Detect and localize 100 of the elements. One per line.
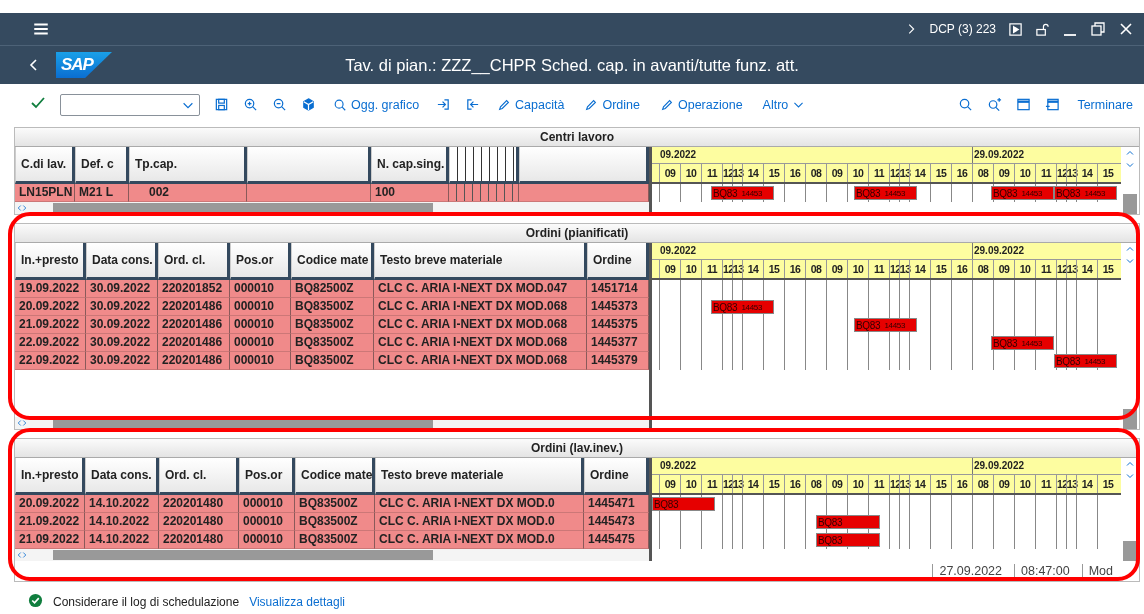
exit-icon[interactable] — [465, 97, 481, 112]
column-header[interactable]: Data cons. — [86, 243, 158, 280]
gantt-bar[interactable]: BQ83 14453 — [991, 186, 1054, 200]
command-field[interactable] — [60, 93, 200, 116]
gantt-bar[interactable]: BQ83 14453 — [711, 300, 774, 314]
search-icon[interactable] — [333, 97, 347, 112]
hour-header: 11 — [1035, 164, 1056, 182]
restore-icon[interactable] — [1090, 21, 1106, 37]
details-link[interactable]: Visualizza dettagli — [249, 595, 345, 609]
column-header[interactable]: C.di lav. — [15, 147, 75, 184]
column-header[interactable]: Pos.or — [230, 243, 291, 280]
gantt-bar[interactable]: BQ83 — [652, 497, 715, 511]
scrollbar-thumb[interactable] — [53, 203, 433, 213]
pencil-icon[interactable] — [659, 97, 674, 112]
hour-header: 15 — [1097, 260, 1118, 278]
scroll-arrows-icon[interactable] — [15, 203, 29, 213]
hour-header: 10 — [847, 164, 868, 182]
table-cell: BQ83500Z — [295, 531, 375, 549]
hour-header: 10 — [680, 260, 701, 278]
column-header[interactable]: In.+presto — [15, 243, 86, 280]
column-header[interactable]: Pos.or — [239, 458, 295, 495]
column-header[interactable]: Testo breve materiale — [374, 243, 587, 280]
cube-icon[interactable] — [301, 97, 316, 112]
column-header[interactable]: Testo breve materiale — [375, 458, 584, 495]
scrollbar-thumb[interactable] — [1123, 194, 1137, 214]
scroll-arrows-icon[interactable] — [15, 418, 29, 428]
toolbar-button[interactable]: Ogg. grafico — [330, 95, 423, 114]
search-plus-icon[interactable] — [987, 97, 1003, 112]
menu-button[interactable]: Altro — [759, 95, 809, 114]
column-header[interactable]: Tp.cap. — [129, 147, 247, 184]
gantt-bar[interactable]: BQ83 14453 — [854, 318, 917, 332]
hour-header: 16 — [784, 475, 805, 493]
check-icon[interactable] — [30, 95, 46, 111]
table-cell: 20.09.2022 — [15, 495, 85, 513]
column-header[interactable]: Ord. cl. — [158, 243, 230, 280]
exit-button[interactable]: Terminare — [1074, 95, 1136, 114]
table-cell: 220201480 — [159, 513, 239, 531]
system-info: DCP (3) 223 — [929, 22, 996, 36]
gantt-bar[interactable]: BQ83 14453 — [991, 336, 1054, 350]
hour-header: 08 — [805, 260, 826, 278]
hour-header: 08 — [972, 164, 993, 182]
window-title: Tav. di pian.: ZZZ__CHPR Sched. cap. in avanti/tutte funz. att. — [344, 55, 800, 75]
column-header[interactable]: Def. c — [75, 147, 129, 184]
gantt-bar[interactable]: BQ83 14453 — [1054, 186, 1117, 200]
scroll-arrows-icon[interactable] — [15, 550, 29, 560]
date-header: 29.09.2022 — [972, 243, 1118, 259]
hour-header: 08 — [972, 475, 993, 493]
table-cell: CLC C. ARIA I-NEXT DX MOD.047 — [374, 280, 587, 298]
bar-label: BQ83 — [818, 534, 843, 546]
order-number: 14453 — [1021, 338, 1043, 348]
column-header[interactable]: Ord. cl. — [159, 458, 239, 495]
window-icon[interactable] — [1016, 97, 1032, 112]
gantt-bar[interactable]: BQ83 — [816, 515, 880, 529]
zoom-out-icon[interactable] — [272, 97, 287, 112]
play-box-icon[interactable] — [1008, 21, 1023, 37]
date-header: 29.09.2022 — [972, 458, 1118, 474]
order-number: 14453 — [741, 302, 763, 312]
column-header[interactable] — [449, 147, 519, 184]
scrollbar-thumb[interactable] — [1123, 541, 1137, 561]
date-header: 09.2022 — [659, 148, 698, 162]
gantt-bar[interactable]: BQ83 14453 — [711, 186, 774, 200]
table-cell: 30.09.2022 — [86, 280, 158, 298]
unlock-icon[interactable] — [1035, 21, 1050, 37]
pencil-icon[interactable] — [584, 97, 599, 112]
table-cell: CLC C. ARIA I-NEXT DX MOD.0 — [375, 513, 584, 531]
gantt-bar[interactable]: BQ83 — [816, 533, 880, 547]
toolbar-button[interactable]: Operazione — [656, 95, 746, 114]
pencil-icon[interactable] — [497, 97, 512, 112]
table-cell: BQ83500Z — [291, 352, 374, 370]
close-icon[interactable] — [1118, 21, 1134, 37]
hour-header: 09 — [659, 260, 680, 278]
save-icon[interactable] — [214, 97, 229, 112]
column-header[interactable]: Ordine — [584, 458, 649, 495]
column-header[interactable]: N. cap.sing. — [371, 147, 449, 184]
hour-header: 15 — [930, 260, 951, 278]
column-header[interactable]: Codice mate — [291, 243, 374, 280]
column-header[interactable] — [247, 147, 371, 184]
column-header[interactable]: Ordine — [587, 243, 649, 280]
window-icon[interactable] — [1045, 97, 1061, 112]
table-cell: CLC C. ARIA I-NEXT DX MOD.068 — [374, 334, 587, 352]
scrollbar-thumb[interactable] — [53, 550, 433, 560]
table-cell: BQ83500Z — [291, 334, 374, 352]
column-header[interactable] — [519, 147, 649, 184]
section-title: Ordini (lav.inev.) — [15, 439, 1139, 458]
column-header[interactable]: In.+presto — [15, 458, 85, 495]
section-title: Ordini (pianificati) — [15, 224, 1139, 243]
column-header[interactable]: Data cons. — [85, 458, 159, 495]
bar-label: BQ83 — [818, 516, 843, 528]
gantt-bar[interactable]: BQ83 14453 — [854, 186, 917, 200]
enter-icon[interactable] — [436, 97, 452, 112]
toolbar-button[interactable]: Capacità — [494, 95, 568, 114]
gantt-bar[interactable]: BQ83 14453 — [1054, 354, 1117, 368]
zoom-in-icon[interactable] — [243, 97, 258, 112]
table-cell: 20.09.2022 — [15, 298, 86, 316]
toolbar-button[interactable]: Ordine — [581, 95, 643, 114]
table-cell: 14.10.2022 — [85, 513, 159, 531]
search-icon[interactable] — [958, 97, 974, 112]
column-header[interactable]: Codice mate — [295, 458, 375, 495]
hour-header: 14 — [909, 164, 930, 182]
scrollbar-thumb[interactable] — [53, 418, 433, 428]
